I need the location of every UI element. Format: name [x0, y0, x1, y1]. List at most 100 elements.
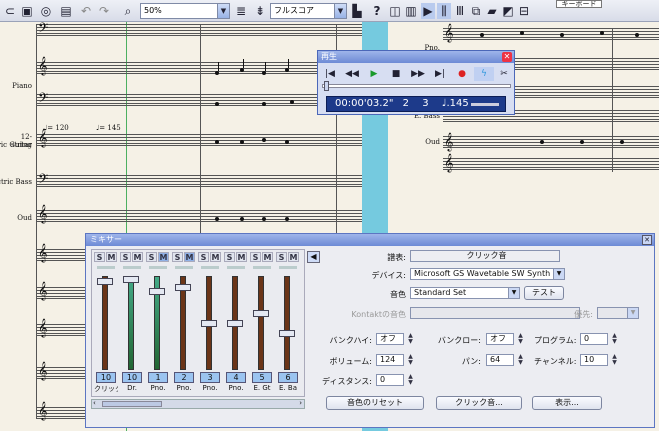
sound-select[interactable]: Standard Set ▼	[410, 287, 520, 299]
volume-fader[interactable]	[175, 284, 191, 291]
mute-button[interactable]: M	[236, 252, 247, 262]
pan-input[interactable]: 64	[486, 354, 514, 366]
rewind-icon[interactable]: ◀◀	[342, 67, 362, 81]
scrollbar-thumb[interactable]	[102, 401, 162, 407]
print-icon[interactable]: ▤	[58, 3, 74, 19]
mute-button[interactable]: M	[158, 252, 169, 262]
disc-icon[interactable]: ◎	[38, 3, 54, 19]
mute-button[interactable]: M	[210, 252, 221, 262]
spinner-icon[interactable]: ▲ ▼	[406, 354, 415, 366]
mute-button[interactable]: M	[288, 252, 299, 262]
video-icon[interactable]: ▰	[485, 3, 499, 19]
volume-fader[interactable]	[123, 276, 139, 283]
solo-button[interactable]: S	[146, 252, 157, 262]
volume-fader[interactable]	[227, 320, 243, 327]
solo-button[interactable]: S	[276, 252, 287, 262]
pan-slider[interactable]	[123, 266, 141, 269]
mute-button[interactable]: M	[262, 252, 273, 262]
mixer-icon[interactable]: ⫼	[437, 3, 451, 19]
layout-icon[interactable]: ⊟	[517, 3, 531, 19]
settings-icon[interactable]: ✂	[494, 67, 514, 81]
undo-icon[interactable]: ↶	[78, 3, 94, 19]
volume-input[interactable]: 124	[376, 354, 404, 366]
redo-icon[interactable]: ↷	[96, 3, 112, 19]
close-icon[interactable]: ✕	[502, 52, 512, 62]
pan-slider[interactable]	[149, 266, 167, 269]
stop-icon[interactable]: ■	[386, 67, 406, 81]
zoom-combo[interactable]: 50% ▼	[140, 3, 230, 19]
transform-icon[interactable]: ◩	[501, 3, 515, 19]
bank-hi-input[interactable]: オフ	[376, 333, 404, 345]
keyboard-tab[interactable]: キーボード	[556, 0, 602, 8]
list-icon[interactable]: ≣	[234, 3, 248, 19]
chevron-down-icon[interactable]: ▼	[217, 4, 229, 18]
playback-icon[interactable]: ▶	[421, 3, 435, 19]
solo-button[interactable]: S	[172, 252, 183, 262]
volume-fader[interactable]	[201, 320, 217, 327]
score-tools-icon[interactable]: ▙	[350, 3, 364, 19]
position-slider[interactable]	[322, 84, 511, 88]
solo-button[interactable]: S	[198, 252, 209, 262]
back-icon[interactable]: ⊂	[2, 3, 18, 19]
save-icon[interactable]: ▣	[19, 3, 35, 19]
distance-input[interactable]: 0	[376, 374, 404, 386]
pan-slider[interactable]	[97, 266, 115, 269]
transpose-icon[interactable]: ⇟	[252, 3, 268, 19]
forward-end-icon[interactable]: ▶|	[430, 67, 450, 81]
click-sound-button[interactable]: クリック音...	[436, 396, 522, 410]
chevron-right-icon[interactable]: ›	[299, 399, 302, 407]
mute-button[interactable]: M	[106, 252, 117, 262]
ideas-icon[interactable]: Ⅲ	[453, 3, 467, 19]
volume-fader[interactable]	[253, 310, 269, 317]
solo-button[interactable]: S	[94, 252, 105, 262]
close-icon[interactable]: ✕	[642, 235, 652, 245]
spinner-icon[interactable]: ▲ ▼	[406, 374, 415, 386]
spinner-icon[interactable]: ▲ ▼	[610, 333, 619, 345]
chevron-down-icon[interactable]: ▼	[508, 288, 519, 298]
spinner-icon[interactable]: ▲ ▼	[610, 354, 619, 366]
chevron-down-icon[interactable]: ▼	[334, 4, 346, 18]
tempo-slider[interactable]	[471, 103, 499, 106]
pan-slider[interactable]	[175, 266, 193, 269]
play-icon[interactable]: ▶	[364, 67, 384, 81]
device-select[interactable]: Microsoft GS Wavetable SW Synth ▼	[410, 268, 565, 280]
volume-fader[interactable]	[149, 288, 165, 295]
pan-slider[interactable]	[279, 266, 297, 269]
navigator-icon[interactable]: ◫	[388, 3, 402, 19]
solo-button[interactable]: S	[224, 252, 235, 262]
spinner-icon[interactable]: ▲ ▼	[516, 333, 525, 345]
collapse-arrow-icon[interactable]: ◀	[307, 251, 320, 263]
zoom-icon[interactable]: ⌕	[120, 3, 136, 19]
keyboard-icon[interactable]: ▥	[404, 3, 418, 19]
spinner-icon[interactable]: ▲ ▼	[406, 333, 415, 345]
solo-button[interactable]: S	[120, 252, 131, 262]
properties-icon[interactable]: ⧉	[469, 3, 483, 19]
spinner-icon[interactable]: ▲ ▼	[516, 354, 525, 366]
pan-slider[interactable]	[253, 266, 271, 269]
chevron-left-icon[interactable]: ‹	[93, 399, 96, 407]
treble-clef: 𝄞	[38, 56, 48, 75]
volume-fader[interactable]	[97, 278, 113, 285]
test-button[interactable]: テスト	[524, 286, 564, 300]
chevron-down-icon[interactable]: ▼	[553, 269, 564, 279]
position-slider-thumb[interactable]	[324, 81, 329, 91]
mute-button[interactable]: M	[132, 252, 143, 262]
solo-button[interactable]: S	[250, 252, 261, 262]
view-combo[interactable]: フルスコア ▼	[270, 3, 347, 19]
channel-input[interactable]: 10	[580, 354, 608, 366]
display-button[interactable]: 表示...	[532, 396, 602, 410]
pan-slider[interactable]	[201, 266, 219, 269]
pan-slider[interactable]	[227, 266, 245, 269]
program-input[interactable]: 0	[580, 333, 608, 345]
staff	[36, 62, 362, 74]
rewind-start-icon[interactable]: |◀	[320, 67, 340, 81]
volume-fader[interactable]	[279, 330, 295, 337]
channel-scrollbar[interactable]: ‹ ›	[91, 399, 305, 409]
help-icon[interactable]: ?	[370, 3, 384, 19]
fast-forward-icon[interactable]: ▶▶	[408, 67, 428, 81]
reset-sound-button[interactable]: 音色のリセット	[326, 396, 424, 410]
live-tempo-icon[interactable]: ϟ	[474, 67, 494, 81]
record-icon[interactable]: ●	[452, 67, 472, 81]
mute-button[interactable]: M	[184, 252, 195, 262]
bank-lo-input[interactable]: オフ	[486, 333, 514, 345]
